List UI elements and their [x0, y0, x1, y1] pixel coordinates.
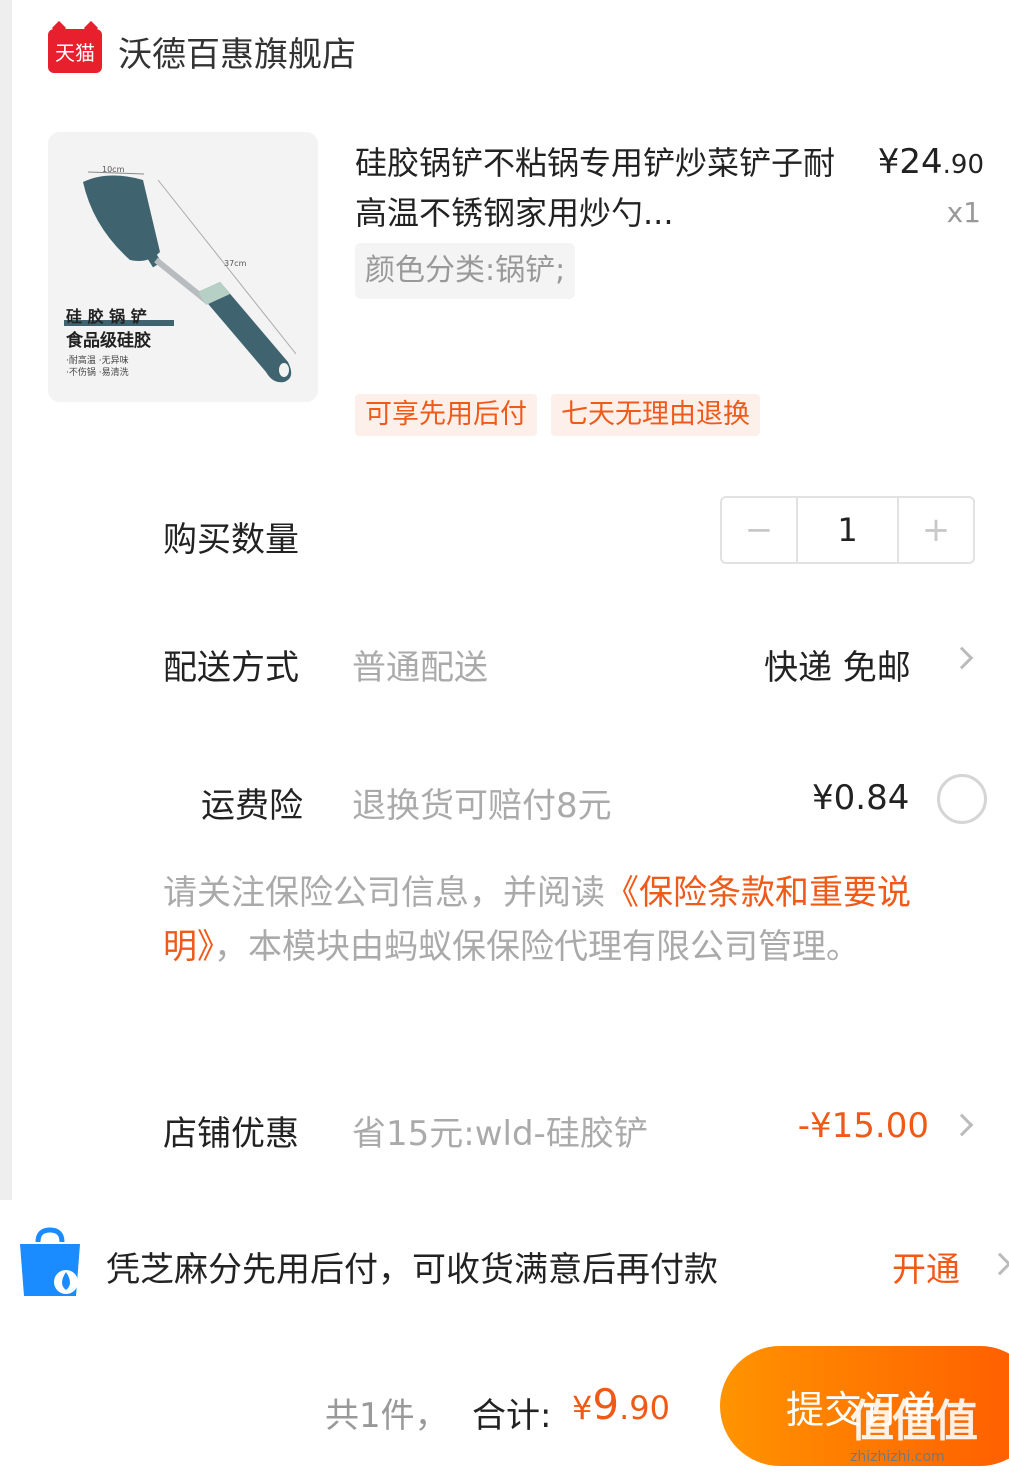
- total-amount: ¥9.90: [572, 1380, 670, 1429]
- dim-length-label: 37cm: [224, 259, 247, 268]
- quantity-stepper[interactable]: − 1 +: [720, 496, 975, 564]
- sku-selector[interactable]: 颜色分类:锅铲;: [355, 243, 576, 299]
- image-headline-2: 食品级硅胶: [66, 330, 151, 351]
- delivery-desc: 普通配送: [352, 648, 488, 688]
- left-edge-shade: [0, 0, 12, 1200]
- insurance-label: 运费险: [201, 786, 303, 826]
- product-quantity-mark: x1: [946, 196, 981, 229]
- tmall-logo: 天猫: [48, 29, 102, 73]
- total-label: 合计:: [472, 1396, 552, 1436]
- tag-pay-later: 可享先用后付: [355, 394, 537, 436]
- plus-button[interactable]: +: [899, 498, 973, 562]
- watermark: 值值值 zhizhizhi.com: [850, 1396, 978, 1465]
- image-feature-1: ·耐高温 ·无异味: [66, 354, 129, 366]
- item-count: 共1件，: [325, 1396, 449, 1436]
- pay-later-text: 凭芝麻分先用后付，可收货满意后再付款: [106, 1250, 718, 1290]
- shop-header[interactable]: 天猫 沃德百惠旗舰店: [48, 26, 356, 76]
- delivery-value[interactable]: 快递 免邮: [764, 640, 911, 689]
- image-headline-1: 硅 胶 锅 铲: [66, 307, 147, 326]
- quantity-label: 购买数量: [163, 520, 299, 560]
- insurance-notice: 请关注保险公司信息，并阅读《保险条款和重要说明》，本模块由蚂蚁保保险代理有限公司…: [163, 873, 911, 967]
- enable-pay-later-link[interactable]: 开通: [892, 1242, 960, 1291]
- shop-name[interactable]: 沃德百惠旗舰店: [118, 27, 356, 76]
- shop-discount-value[interactable]: -¥15.00: [798, 1106, 929, 1146]
- shopping-bag-icon: [20, 1227, 80, 1296]
- tag-seven-day-return: 七天无理由退换: [551, 394, 760, 436]
- minus-button[interactable]: −: [722, 498, 796, 562]
- dim-width-label: 10cm: [102, 165, 125, 174]
- quantity-value[interactable]: 1: [796, 498, 899, 562]
- shop-discount-label: 店铺优惠: [163, 1114, 299, 1154]
- delivery-label: 配送方式: [163, 648, 299, 688]
- product-price: ¥24.90: [877, 142, 984, 182]
- image-feature-2: ·不伤锅 ·易清洗: [66, 366, 129, 378]
- spatula-illustration: 10cm 37cm 硅 胶 锅 铲 食品级硅胶 ·耐高温 ·无异味 ·不伤锅 ·…: [48, 132, 318, 402]
- service-tags: 可享先用后付 七天无理由退换: [355, 394, 760, 436]
- product-image[interactable]: 10cm 37cm 硅 胶 锅 铲 食品级硅胶 ·耐高温 ·无异味 ·不伤锅 ·…: [48, 132, 318, 402]
- product-title[interactable]: 硅胶锅铲不粘锅专用铲炒菜铲子耐高温不锈钢家用炒勺...: [355, 138, 835, 238]
- insurance-desc: 退换货可赔付8元: [352, 786, 612, 826]
- shop-discount-desc: 省15元:wld-硅胶铲: [352, 1114, 648, 1154]
- insurance-price: ¥0.84: [812, 778, 910, 818]
- insurance-radio[interactable]: [937, 774, 987, 824]
